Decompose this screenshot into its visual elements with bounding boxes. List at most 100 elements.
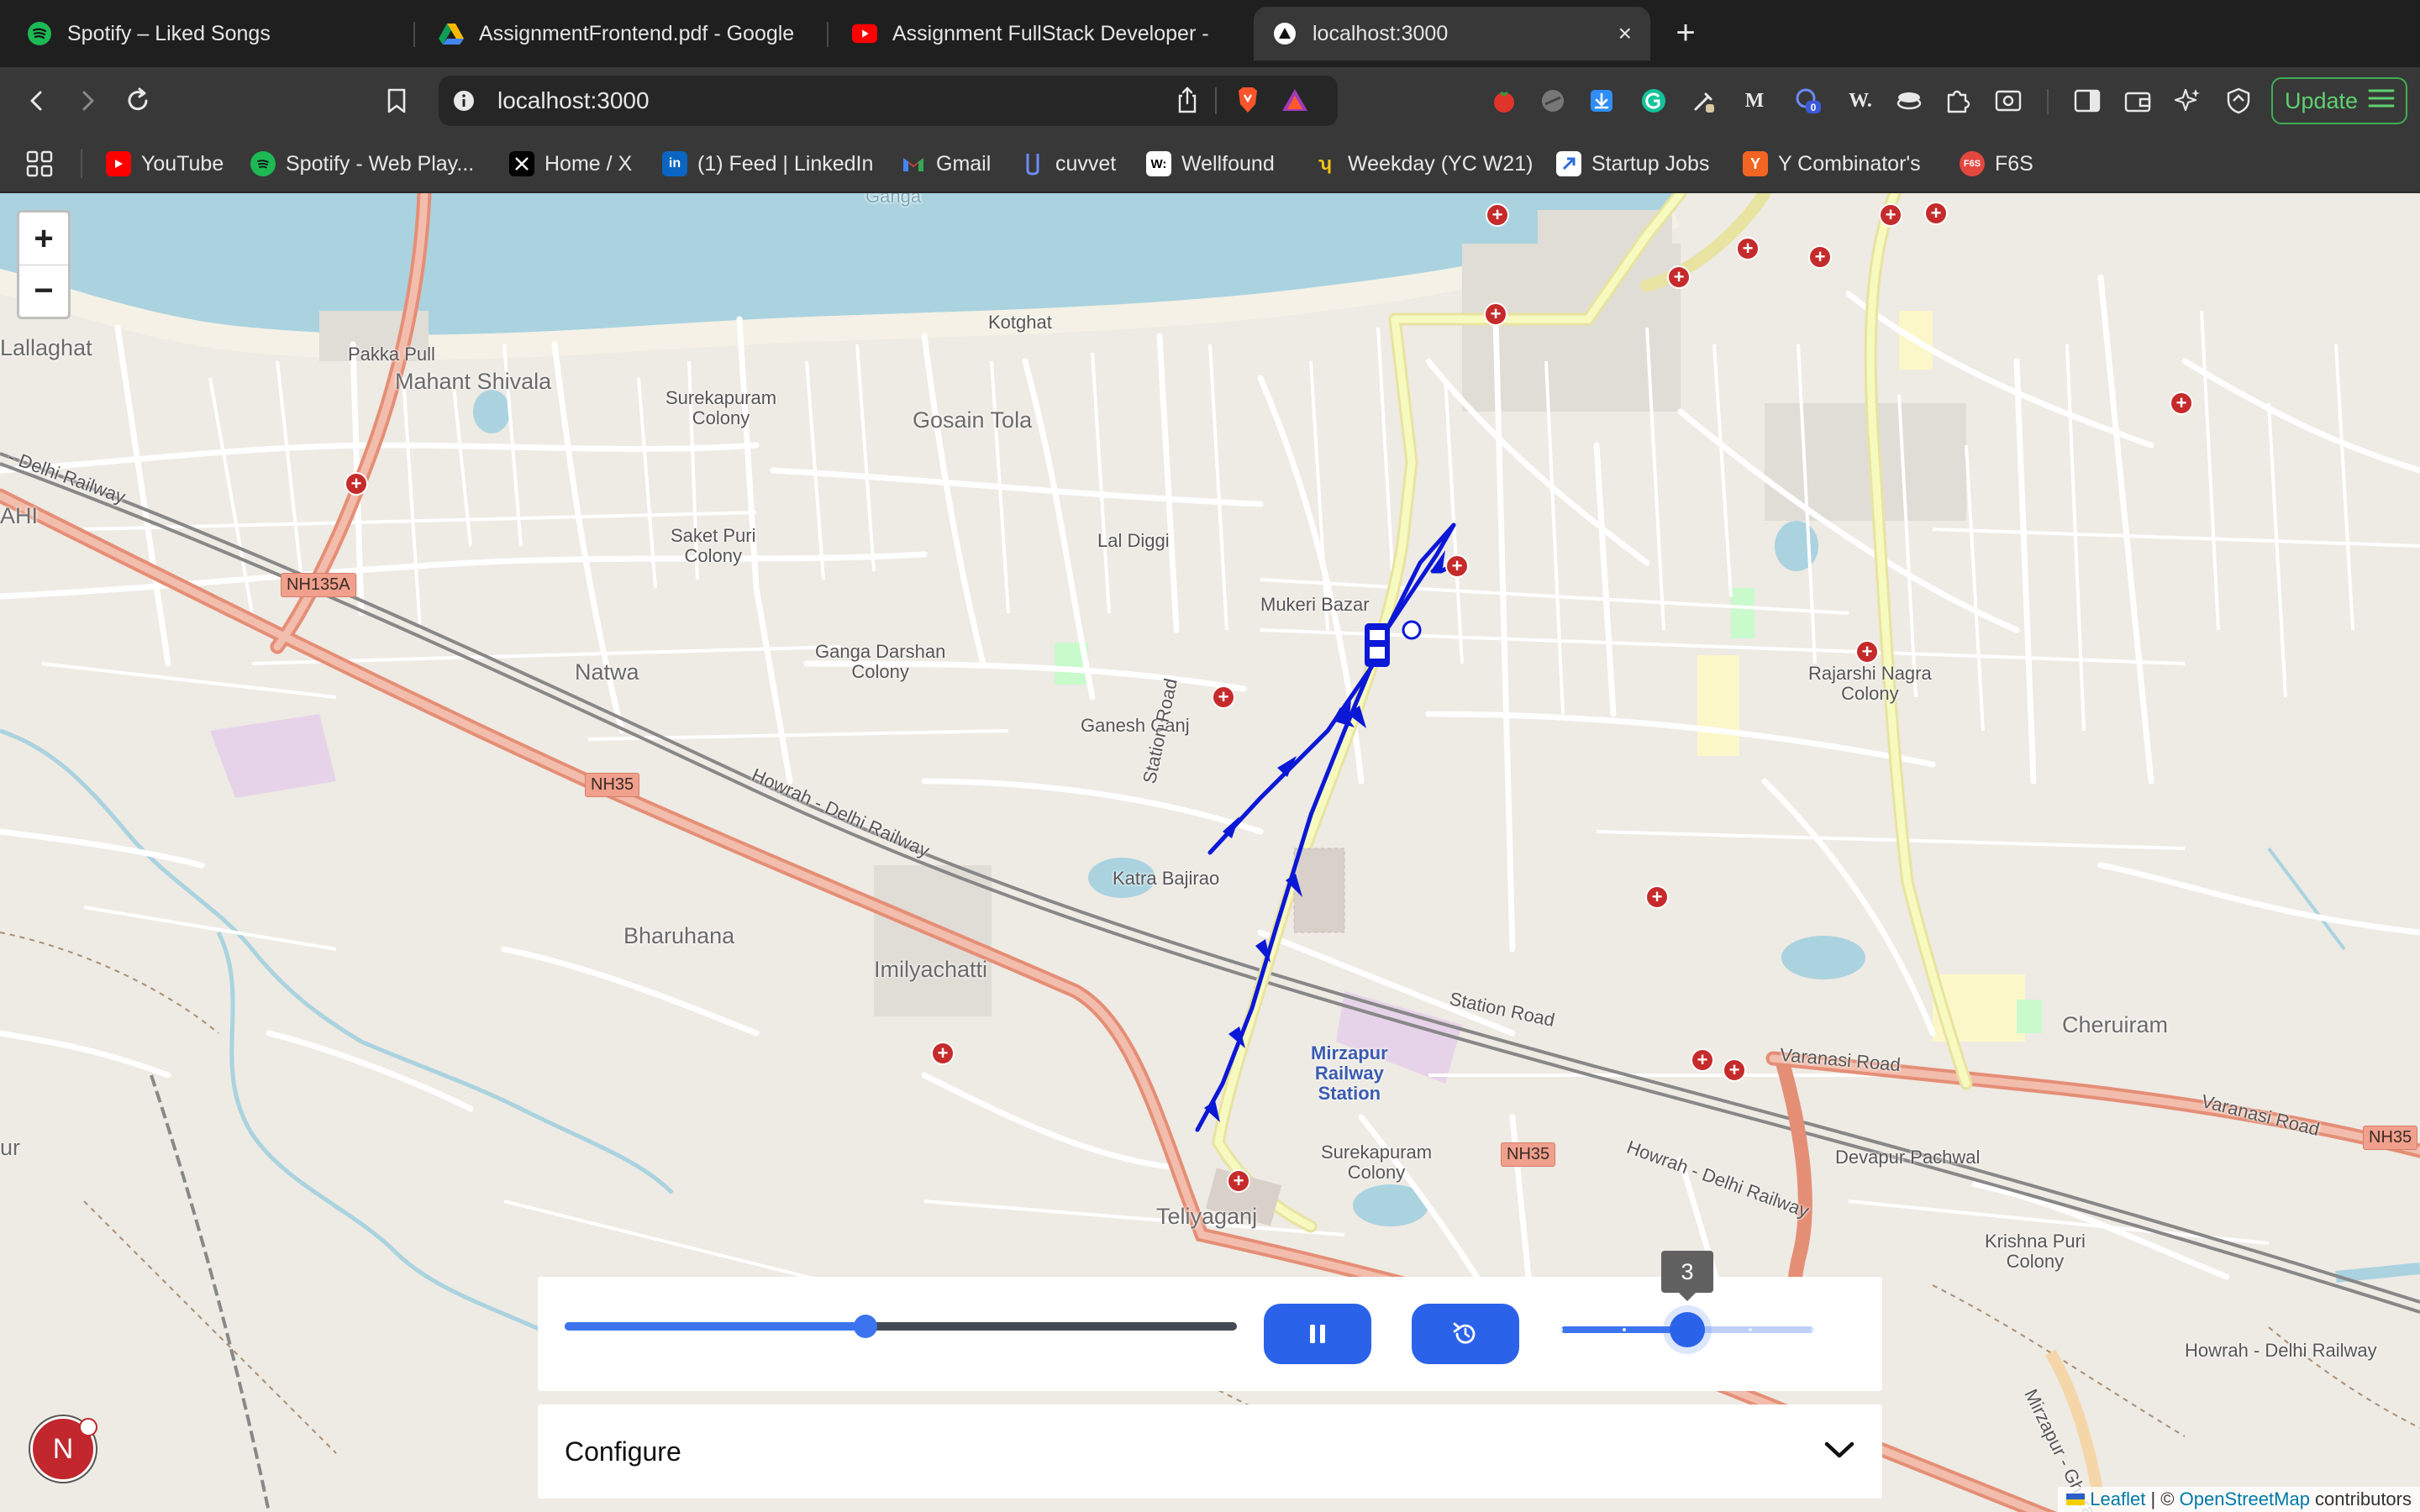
hospital-marker-icon[interactable]: + <box>1723 1058 1746 1082</box>
progress-fill <box>565 1322 865 1331</box>
bookmark-x[interactable]: Home / X <box>509 144 632 183</box>
hospital-marker-icon[interactable]: + <box>1924 202 1948 225</box>
map-attribution: Leaflet | © OpenStreetMap contributors <box>2058 1487 2420 1512</box>
highway-shield-nh135a: NH135A <box>281 573 356 597</box>
attribution-suffix: contributors <box>2309 1488 2412 1509</box>
forward-button[interactable] <box>67 81 108 121</box>
pause-button[interactable] <box>1264 1304 1371 1364</box>
url-text: localhost:3000 <box>497 87 650 113</box>
tab-title: Spotify – Liked Songs <box>67 21 271 45</box>
hospital-marker-icon[interactable]: + <box>1212 685 1235 709</box>
f6s-icon: F6S <box>1960 151 1985 176</box>
leo-ai-icon[interactable] <box>2170 82 2207 119</box>
blocker-extension-icon[interactable] <box>1534 82 1571 119</box>
download-extension-icon[interactable] <box>1583 82 1620 119</box>
wallet-icon[interactable] <box>2119 82 2156 119</box>
hospital-marker-icon[interactable]: + <box>931 1042 955 1065</box>
hospital-marker-icon[interactable]: + <box>1691 1048 1714 1072</box>
hospital-marker-icon[interactable]: + <box>345 472 368 496</box>
counter-extension-icon[interactable]: 0 <box>1790 82 1827 119</box>
wordtune-extension-icon[interactable]: W. <box>1842 82 1879 119</box>
tab-localhost[interactable]: localhost:3000 × <box>1254 7 1650 60</box>
speed-slider-thumb[interactable] <box>1670 1312 1705 1347</box>
picker-extension-icon[interactable] <box>1686 82 1723 119</box>
bookmark-f6s[interactable]: F6S F6S <box>1960 144 2033 183</box>
leaflet-link[interactable]: Leaflet <box>2090 1488 2145 1510</box>
map-label-devapur-pachwal: Devapur Pachwal <box>1835 1147 1981 1168</box>
map-label-kotghat: Kotghat <box>988 312 1052 333</box>
zoom-in-button[interactable]: + <box>19 213 68 265</box>
weekday-icon: ʮ <box>1318 153 1333 174</box>
hospital-marker-icon[interactable]: + <box>1484 302 1507 326</box>
bookmark-label: YouTube <box>141 151 224 176</box>
bookmark-label: Home / X <box>544 151 633 176</box>
brave-rewards-icon[interactable] <box>1281 87 1309 117</box>
tab-youtube[interactable]: Assignment FullStack Developer - <box>834 7 1237 60</box>
tab-google-drive[interactable]: AssignmentFrontend.pdf - Google <box>420 7 823 60</box>
address-bar[interactable]: localhost:3000 <box>439 76 1338 126</box>
openstreetmap-link[interactable]: OpenStreetMap <box>2180 1488 2310 1510</box>
speed-slider[interactable]: 3 <box>1560 1251 1815 1347</box>
medium-extension-icon[interactable]: M <box>1736 82 1773 119</box>
site-info-icon[interactable] <box>452 89 476 117</box>
map-label-lal-diggi: Lal Diggi <box>1097 530 1170 551</box>
bookmark-spotify[interactable]: Spotify - Web Play... <box>250 144 474 183</box>
share-icon[interactable] <box>1175 86 1200 118</box>
bookmark-wellfound[interactable]: W: Wellfound <box>1146 144 1275 183</box>
screenshot-extension-icon[interactable] <box>1990 82 2027 119</box>
apps-grid-button[interactable] <box>25 144 54 183</box>
bookmark-startup-jobs[interactable]: Startup Jobs <box>1556 144 1709 183</box>
bookmark-icon <box>387 88 406 113</box>
progress-slider[interactable] <box>565 1315 1237 1338</box>
update-button[interactable]: Update <box>2271 77 2407 124</box>
map-label-natwa: Natwa <box>575 659 639 685</box>
map-label-ur: ur <box>0 1135 21 1160</box>
hospital-marker-icon[interactable]: + <box>1736 237 1760 260</box>
back-button[interactable] <box>17 81 57 121</box>
hospital-marker-icon[interactable]: + <box>1227 1169 1250 1193</box>
attribution-separator: | © <box>2145 1488 2180 1509</box>
extensions-puzzle-icon[interactable] <box>1939 82 1976 119</box>
stack-extension-icon[interactable] <box>1891 82 1928 119</box>
pomodoro-extension-icon[interactable] <box>1486 82 1523 119</box>
startup-jobs-icon <box>1556 151 1581 176</box>
hospital-marker-icon[interactable]: + <box>1445 554 1469 578</box>
hospital-marker-icon[interactable]: + <box>1667 265 1691 289</box>
hospital-marker-icon[interactable]: + <box>1486 203 1509 227</box>
highway-shield-nh35-south: NH35 <box>1501 1142 1556 1167</box>
new-tab-button[interactable]: + <box>1667 12 1704 54</box>
progress-slider-thumb[interactable] <box>854 1315 877 1338</box>
nextjs-icon <box>1272 21 1297 46</box>
hospital-marker-icon[interactable]: + <box>2170 391 2193 415</box>
bookmark-label: Weekday (YC W21) <box>1348 151 1534 176</box>
bookmark-cuvvet[interactable]: cuvvet <box>1020 144 1116 183</box>
bookmark-linkedin[interactable]: in (1) Feed | LinkedIn <box>662 144 873 183</box>
bookmark-gmail[interactable]: Gmail <box>901 144 991 183</box>
hospital-marker-icon[interactable]: + <box>1808 245 1832 269</box>
bookmark-youtube[interactable]: YouTube <box>106 144 224 183</box>
sidebar-toggle-icon[interactable] <box>2069 82 2106 119</box>
reload-button[interactable] <box>118 81 158 121</box>
hospital-marker-icon[interactable]: + <box>1879 203 1902 227</box>
chevron-down-icon[interactable] <box>1823 1440 1855 1464</box>
vehicle-marker <box>1365 620 1422 667</box>
extension-badge-count: 0 <box>1811 102 1817 113</box>
hospital-marker-icon[interactable]: + <box>1645 885 1669 909</box>
replay-button[interactable] <box>1412 1304 1519 1364</box>
browser-tab-strip: Spotify – Liked Songs AssignmentFrontend… <box>0 0 2420 67</box>
bookmark-weekday[interactable]: ʮ Weekday (YC W21) <box>1313 144 1533 183</box>
bookmark-label: Startup Jobs <box>1591 151 1710 176</box>
linkedin-icon: in <box>662 151 687 176</box>
hospital-marker-icon[interactable]: + <box>1855 640 1879 664</box>
configure-accordion[interactable]: Configure <box>538 1404 1882 1499</box>
forward-arrow-icon <box>82 91 94 111</box>
close-tab-icon[interactable]: × <box>1618 20 1632 47</box>
zoom-out-button[interactable]: − <box>19 265 68 317</box>
tab-spotify[interactable]: Spotify – Liked Songs <box>8 7 412 60</box>
bookmark-button[interactable] <box>376 81 417 121</box>
bookmark-ycombinator[interactable]: Y Y Combinator's <box>1743 144 1921 183</box>
brave-shields-icon[interactable] <box>1235 86 1260 118</box>
map-label-ganga-darshan-colony: Ganga Darshan Colony <box>815 641 946 682</box>
vpn-shield-icon[interactable] <box>2220 82 2257 119</box>
grammarly-icon[interactable] <box>1635 82 1672 119</box>
